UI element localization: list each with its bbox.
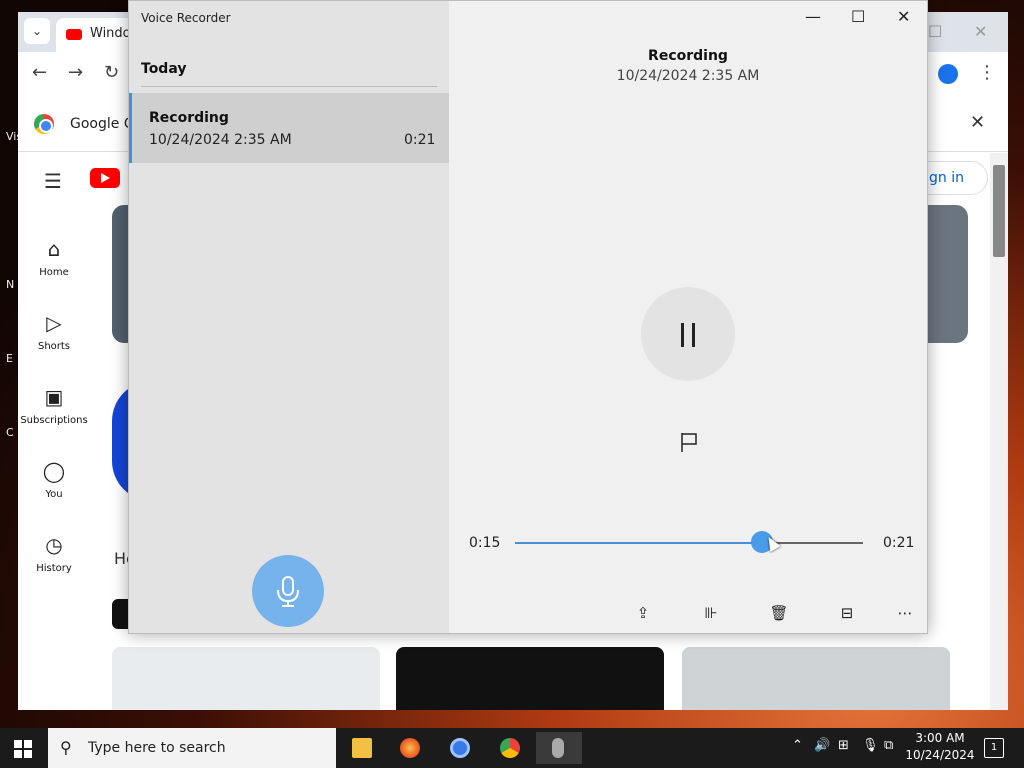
page-scrollbar[interactable] <box>990 153 1008 710</box>
you-icon: ◯ <box>42 459 66 483</box>
sidebar-item-label: You <box>45 489 63 500</box>
desktop-icon[interactable] <box>0 500 20 574</box>
delete-icon[interactable]: 🗑 <box>767 601 791 625</box>
browser-tab-title: Windo <box>90 26 131 41</box>
playback-progress <box>515 542 763 544</box>
desktop-icon[interactable]: C <box>0 426 20 500</box>
rename-icon[interactable]: ⊟ <box>835 601 859 625</box>
firefox-icon[interactable] <box>390 732 430 764</box>
video-thumbnail[interactable] <box>928 205 968 343</box>
sidebar-item-shorts[interactable]: ▷ Shorts <box>18 311 90 352</box>
more-options-icon[interactable]: ⋯ <box>893 601 917 625</box>
windows-start-icon[interactable] <box>14 740 32 758</box>
shorts-icon: ▷ <box>46 311 62 335</box>
maximize-icon[interactable]: ☐ <box>851 7 865 26</box>
playback-pane: — ☐ ✕ Recording 10/24/2024 2:35 AM 0:15 … <box>449 1 927 633</box>
microphone-icon <box>277 576 299 607</box>
action-bar: ⇪ ⊪ 🗑 ⊟ ⋯ <box>449 601 927 627</box>
system-clock[interactable]: 3:00 AM 10/24/2024 <box>904 730 976 764</box>
home-icon: ⌂ <box>47 237 61 261</box>
scrollbar-thumb[interactable] <box>993 165 1005 257</box>
volume-icon[interactable]: 🔊 <box>814 738 830 768</box>
file-explorer-icon[interactable] <box>342 732 382 764</box>
menu-icon[interactable]: ☰ <box>44 169 62 193</box>
current-position: 0:15 <box>469 535 501 551</box>
recording-title: Recording <box>648 48 728 64</box>
total-duration: 0:21 <box>883 535 915 551</box>
back-icon[interactable]: ← <box>32 62 47 83</box>
profile-icon[interactable] <box>938 64 958 84</box>
video-thumbnail[interactable] <box>112 647 380 710</box>
forward-icon[interactable]: → <box>68 62 83 83</box>
history-icon: ◷ <box>45 533 63 557</box>
voice-recorder-window: Voice Recorder Today Recording 10/24/202… <box>128 0 928 634</box>
desktop-icon[interactable]: E <box>0 352 20 426</box>
tab-search-button[interactable]: ⌄ <box>24 18 50 44</box>
network-icon[interactable]: ⊞ <box>838 738 849 768</box>
playback-slider[interactable] <box>515 531 863 553</box>
recording-timestamp: 10/24/2024 2:35 AM <box>616 68 760 84</box>
sidebar-item-you[interactable]: ◯ You <box>18 459 90 500</box>
recording-duration: 0:21 <box>404 132 436 148</box>
desktop-icon-label: Vis <box>6 130 23 143</box>
voice-recorder-taskbar-icon[interactable] <box>536 732 582 764</box>
pause-icon <box>681 323 695 347</box>
show-hidden-icons-icon[interactable]: ⌃ <box>792 738 803 768</box>
section-header: Today <box>141 61 187 77</box>
reload-icon[interactable]: ↻ <box>104 62 119 83</box>
trim-icon[interactable]: ⊪ <box>699 601 723 625</box>
desktop-icon[interactable]: N <box>0 278 20 352</box>
taskbar: ⚲ Type here to search ⌃ 🔊 ⊞ 🎙 ⧉ 3:00 AM … <box>0 728 1024 768</box>
chrome-maximize-icon[interactable]: ☐ <box>928 22 942 41</box>
minimize-icon[interactable]: — <box>805 7 821 26</box>
clock-date: 10/24/2024 <box>905 748 975 762</box>
desktop-icon-label: N <box>6 278 15 291</box>
chrome-icon[interactable] <box>490 732 530 764</box>
app-title: Voice Recorder <box>141 11 231 25</box>
recording-name: Recording <box>149 110 229 126</box>
taskbar-search-box[interactable]: ⚲ Type here to search <box>48 728 336 768</box>
sidebar-item-label: Home <box>39 267 69 278</box>
desktop-icons: Vis N E C <box>0 130 23 574</box>
share-icon[interactable]: ⇪ <box>631 601 655 625</box>
search-placeholder: Type here to search <box>88 740 226 756</box>
microphone-in-use-icon[interactable]: 🎙 <box>862 738 879 768</box>
recording-list-item[interactable]: Recording 10/24/2024 2:35 AM 0:21 <box>129 93 449 163</box>
desktop-icon[interactable] <box>0 204 20 278</box>
recording-date: 10/24/2024 2:35 AM <box>149 132 292 148</box>
subscriptions-icon: ▣ <box>44 385 64 409</box>
search-icon: ⚲ <box>60 738 72 757</box>
record-button[interactable] <box>252 555 324 627</box>
sidebar-item-history[interactable]: ◷ History <box>18 533 90 574</box>
chromium-icon[interactable] <box>440 732 480 764</box>
close-icon[interactable]: ✕ <box>897 7 910 26</box>
chrome-close-icon[interactable]: ✕ <box>974 22 987 41</box>
notification-icon[interactable]: 1 <box>984 738 1004 758</box>
desktop-icon-label: E <box>6 352 13 365</box>
clock-time: 3:00 AM <box>915 731 965 745</box>
desktop-icon-label: C <box>6 426 14 439</box>
video-thumbnail[interactable] <box>682 647 950 710</box>
chrome-logo-icon <box>34 114 54 134</box>
video-thumbnail[interactable] <box>396 647 664 710</box>
browser-menu-icon[interactable]: ⋮ <box>978 62 996 83</box>
section-divider <box>141 86 437 87</box>
youtube-favicon-icon <box>66 29 82 40</box>
chrome-window-controls: ☐ ✕ <box>918 12 1008 52</box>
sidebar-item-label: Shorts <box>37 341 71 352</box>
infobar-close-icon[interactable]: ✕ <box>970 112 985 133</box>
sidebar-item-label: History <box>36 563 72 574</box>
sidebar-item-home[interactable]: ⌂ Home <box>18 237 90 278</box>
sidebar-item-label: Subscriptions <box>20 415 88 426</box>
desktop-icon[interactable]: Vis <box>0 130 23 204</box>
flag-icon[interactable] <box>679 431 699 453</box>
display-icon[interactable]: ⧉ <box>884 738 893 768</box>
youtube-logo-icon[interactable] <box>90 168 120 188</box>
sidebar-item-subscriptions[interactable]: ▣ Subscriptions <box>18 385 90 426</box>
recordings-pane: Voice Recorder Today Recording 10/24/202… <box>129 1 449 633</box>
pause-button[interactable] <box>641 287 735 381</box>
